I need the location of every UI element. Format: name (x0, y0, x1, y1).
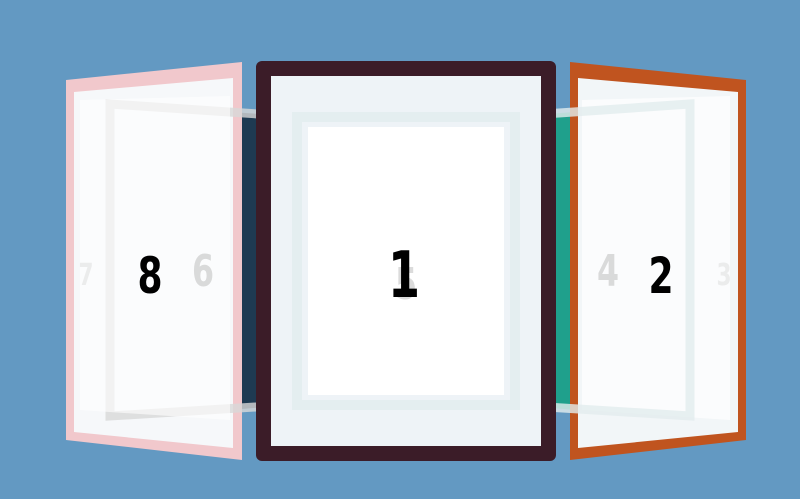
panel-right-label: 2 (648, 247, 674, 305)
panel-far-right-label: 3 (716, 258, 732, 293)
panel-far-left-label: 7 (78, 258, 94, 293)
panel-back-left-label: 6 (191, 246, 215, 297)
panel-left-label: 8 (137, 247, 163, 305)
carousel-scene: 7 8 6 5 1 4 2 3 (0, 0, 800, 499)
panel-back-right-label: 4 (596, 246, 620, 297)
panel-front-label: 1 (387, 239, 421, 313)
